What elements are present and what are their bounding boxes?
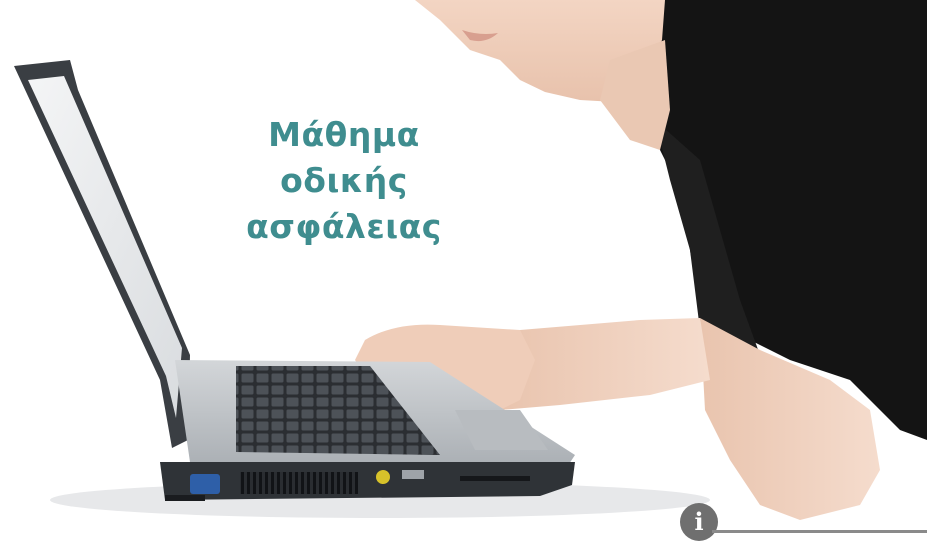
laptop-card-slot <box>460 476 530 481</box>
info-widget[interactable]: i <box>680 503 927 541</box>
page-title: Μάθημα οδικής ασφάλειας <box>228 112 460 250</box>
laptop-audio-port <box>376 470 390 484</box>
laptop-lid <box>14 60 190 448</box>
laptop-usb-port <box>402 470 424 479</box>
info-icon[interactable]: i <box>680 503 718 541</box>
laptop-vga-port <box>190 474 220 494</box>
title-line-2: οδικής <box>280 161 408 200</box>
title-line-1: Μάθημα <box>268 115 420 154</box>
title-line-3: ασφάλειας <box>246 207 442 246</box>
laptop-foot <box>165 495 205 501</box>
laptop-vent <box>240 472 358 494</box>
photo-scene <box>14 0 927 520</box>
